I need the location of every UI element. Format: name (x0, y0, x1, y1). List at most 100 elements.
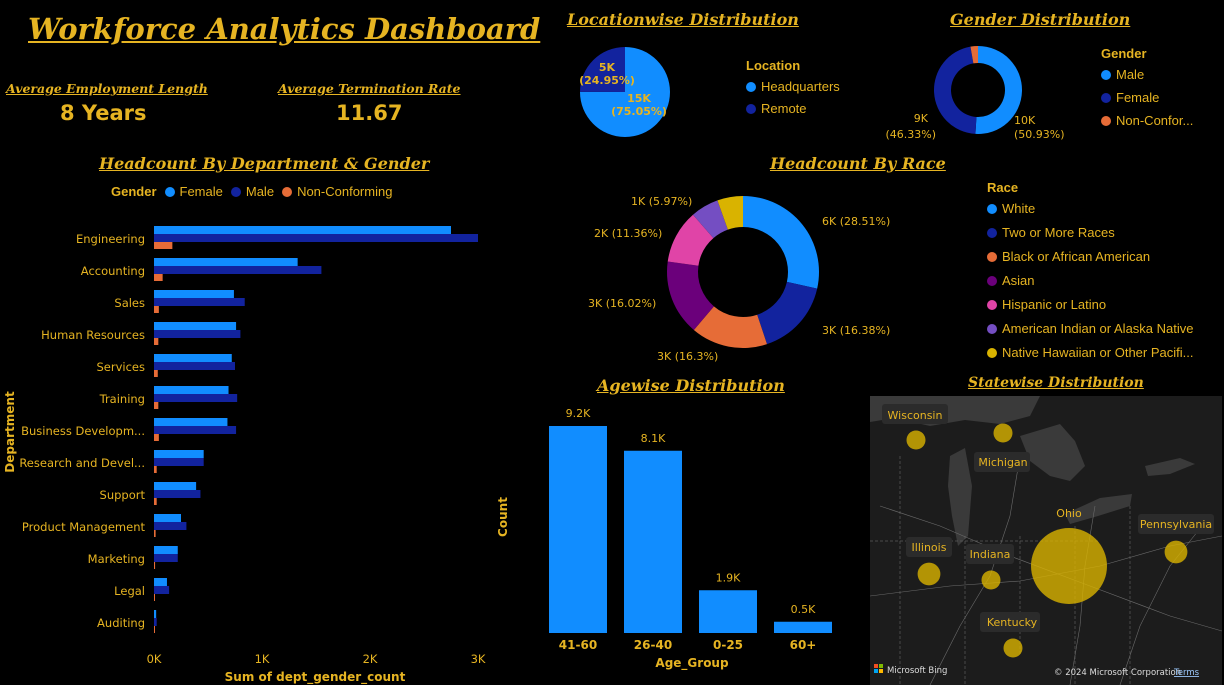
state-bubble-pennsylvania[interactable] (1164, 540, 1188, 564)
legend-item-female[interactable]: Female (164, 184, 223, 199)
age-bar-data-label: 9.2K (566, 407, 591, 420)
age-bar-26-40[interactable] (624, 450, 682, 633)
legend-item-white[interactable]: White (987, 201, 1193, 216)
department-category-label: Support (100, 488, 146, 502)
female-swatch (1101, 92, 1111, 103)
race-slice-two-or-more-races[interactable] (757, 281, 818, 345)
department-x-tick-label: 3K (471, 652, 486, 666)
department-bar-female[interactable] (154, 610, 157, 618)
department-bar-male[interactable] (154, 266, 322, 274)
legend-label: Headquarters (761, 79, 840, 94)
department-bar-female[interactable] (154, 354, 232, 362)
state-label-michigan: Michigan (978, 456, 1027, 469)
department-bar-male[interactable] (154, 554, 178, 562)
department-bar-non-conforming[interactable] (154, 466, 157, 473)
race-donut-chart[interactable]: 6K (28.51%) 3K (16.38%) 3K (16.3%) 3K (1… (560, 180, 900, 365)
department-bar-male[interactable] (154, 330, 241, 338)
department-bar-male[interactable] (154, 490, 201, 498)
department-bar-male[interactable] (154, 586, 170, 594)
department-bar-non-conforming[interactable] (154, 370, 158, 377)
department-bar-female[interactable] (154, 322, 237, 330)
gender-slice-female[interactable] (934, 46, 977, 134)
department-bar-female[interactable] (154, 418, 228, 426)
legend-item-male[interactable]: Male (230, 184, 274, 199)
race-slice-label-black: 3K (16.3%) (657, 350, 718, 363)
state-bubble-ohio[interactable] (1031, 528, 1107, 604)
department-x-axis-label: Sum of dept_gender_count (225, 670, 406, 685)
legend-item-non-conforming[interactable]: Non-Conforming (282, 184, 392, 199)
state-bubble-map[interactable]: Wisconsin Michigan Illinois Indiana Ohio… (870, 396, 1222, 685)
department-bar-male[interactable] (154, 298, 245, 306)
department-bar-non-conforming[interactable] (154, 306, 159, 313)
age-bar-41-60[interactable] (549, 426, 607, 633)
department-bar-female[interactable] (154, 258, 298, 266)
department-chart-title: Headcount By Department & Gender (99, 154, 430, 173)
state-bubble-illinois[interactable] (917, 562, 941, 586)
location-slice-label-hq-pct: (75.05%) (611, 105, 667, 118)
department-bar-non-conforming[interactable] (154, 242, 173, 249)
department-bar-female[interactable] (154, 226, 451, 234)
state-label-indiana: Indiana (970, 548, 1011, 561)
gender-donut-chart[interactable]: 10K (50.93%) 9K (46.33%) (880, 40, 1090, 145)
legend-item-non-conforming[interactable]: Non-Confor... (1101, 113, 1193, 128)
state-bubble-wisconsin[interactable] (906, 430, 926, 450)
location-legend-title: Location (746, 58, 801, 73)
department-bar-male[interactable] (154, 458, 204, 466)
department-bar-female[interactable] (154, 514, 181, 522)
department-bar-female[interactable] (154, 386, 229, 394)
age-bar-chart[interactable]: 9.2K41-608.1K26-401.9K0-250.5K60+ Count … (495, 395, 855, 685)
department-legend: Gender Female Male Non-Conforming (111, 184, 392, 199)
legend-item-hawaiian[interactable]: Native Hawaiian or Other Pacifi... (987, 345, 1193, 360)
department-bar-non-conforming[interactable] (154, 594, 155, 601)
department-bar-non-conforming[interactable] (154, 434, 159, 441)
state-bubble-kentucky[interactable] (1003, 638, 1023, 658)
location-pie-chart[interactable]: 5K (24.95%) 15K (75.05%) (575, 42, 675, 142)
state-label-illinois: Illinois (912, 541, 947, 554)
department-bar-male[interactable] (154, 394, 238, 402)
department-bar-male[interactable] (154, 426, 237, 434)
legend-item-remote[interactable]: Remote (746, 101, 840, 116)
race-chart-title: Headcount By Race (770, 154, 946, 173)
legend-item-american-indian[interactable]: American Indian or Alaska Native (987, 321, 1193, 336)
department-bar-non-conforming[interactable] (154, 530, 156, 537)
department-bar-non-conforming[interactable] (154, 498, 157, 505)
hispanic-swatch (987, 299, 997, 310)
legend-item-female[interactable]: Female (1101, 90, 1193, 105)
race-slice-label-two-or-more: 3K (16.38%) (822, 324, 890, 337)
legend-item-hispanic[interactable]: Hispanic or Latino (987, 297, 1193, 312)
legend-item-two-or-more[interactable]: Two or More Races (987, 225, 1193, 240)
age-bar-0-25[interactable] (699, 590, 757, 633)
map-terms-link[interactable]: Terms (1173, 668, 1200, 678)
department-bar-female[interactable] (154, 290, 234, 298)
department-bar-female[interactable] (154, 546, 178, 554)
department-bar-non-conforming[interactable] (154, 338, 159, 345)
age-bar-60plus[interactable] (774, 621, 832, 633)
legend-label: Female (179, 184, 223, 199)
department-bar-chart[interactable]: Engineering Accounting Sales Human Resource… (0, 210, 500, 685)
state-bubble-indiana[interactable] (981, 570, 1001, 590)
department-category-label: Marketing (88, 552, 145, 566)
legend-item-headquarters[interactable]: Headquarters (746, 79, 840, 94)
two-or-more-swatch (987, 227, 997, 238)
race-slice-white[interactable] (743, 196, 819, 289)
legend-item-male[interactable]: Male (1101, 67, 1193, 82)
department-x-tick-label: 0K (147, 652, 162, 666)
race-legend: Race White Two or More Races Black or Af… (987, 180, 1193, 360)
department-bar-female[interactable] (154, 450, 204, 458)
department-bar-female[interactable] (154, 578, 167, 586)
map-canvas[interactable]: Wisconsin Michigan Illinois Indiana Ohio… (870, 396, 1222, 685)
department-bar-female[interactable] (154, 482, 197, 490)
legend-item-asian[interactable]: Asian (987, 273, 1193, 288)
department-bar-male[interactable] (154, 618, 157, 626)
department-bar-male[interactable] (154, 362, 235, 370)
state-bubble-michigan[interactable] (993, 423, 1013, 443)
ms-logo-blue (874, 669, 878, 673)
department-bar-male[interactable] (154, 234, 478, 242)
department-bar-non-conforming[interactable] (154, 402, 159, 409)
department-bar-non-conforming[interactable] (154, 274, 163, 281)
asian-swatch (987, 275, 997, 286)
department-bar-male[interactable] (154, 522, 187, 530)
legend-item-black[interactable]: Black or African American (987, 249, 1193, 264)
department-bar-non-conforming[interactable] (154, 562, 156, 569)
department-bar-non-conforming[interactable] (154, 626, 155, 633)
